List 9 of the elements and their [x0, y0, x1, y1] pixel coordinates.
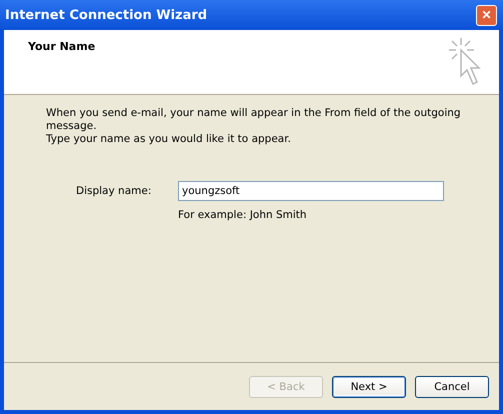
wizard-button[interactable]: Next >	[332, 376, 406, 398]
wizard-button[interactable]: Cancel	[415, 376, 489, 398]
example-hint: For example: John Smith	[178, 209, 308, 221]
page-title: Your Name	[28, 40, 96, 53]
display-name-field[interactable]: youngzsoft	[178, 181, 444, 201]
close-button[interactable]: ✕	[476, 4, 497, 26]
field-label: Display name:	[76, 185, 152, 197]
intro-text: When you send e-mail, your name will appear in the From field of the outgoing message. Type your name as you would like it to appear.	[46, 107, 462, 146]
window-title: Internet Connection Wizard	[5, 8, 208, 22]
